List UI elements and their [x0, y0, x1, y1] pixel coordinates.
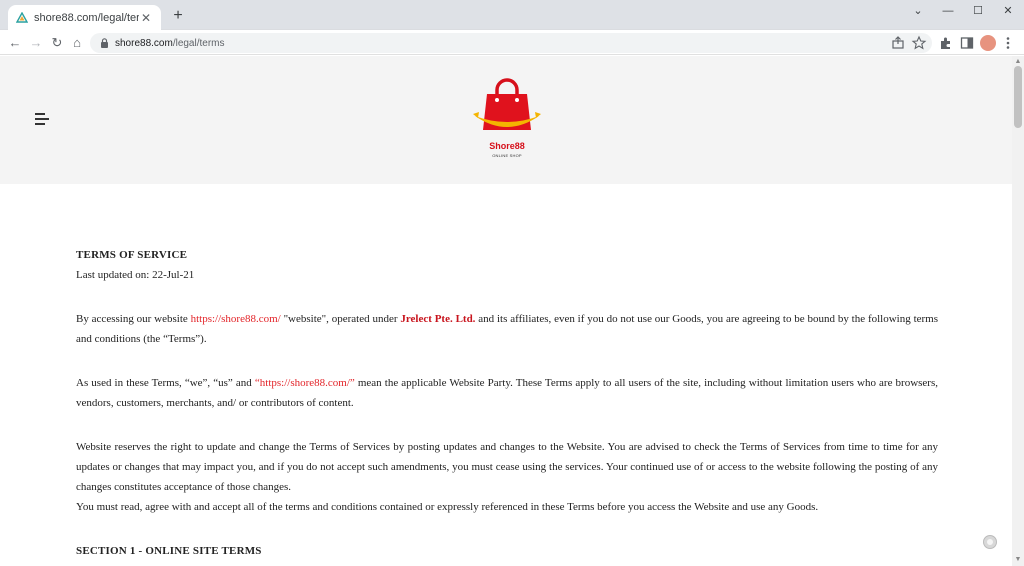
- url-host: shore88.com: [115, 37, 173, 49]
- terms-paragraph-1: By accessing our website https://shore88…: [76, 309, 938, 349]
- page-scrollbar[interactable]: ▲ ▼: [1012, 56, 1024, 566]
- tab-title: shore88.com/legal/terms: [34, 11, 139, 24]
- terms-content: TERMS OF SERVICE Last updated on: 22-Jul…: [76, 245, 938, 561]
- tab-search-dropdown-icon[interactable]: ⌄: [904, 2, 932, 20]
- terms-paragraph-3: Website reserves the right to update and…: [76, 441, 938, 493]
- p1-text-pre: By accessing our website: [76, 313, 191, 325]
- last-updated: Last updated on: 22-Jul-21: [76, 269, 195, 281]
- share-icon[interactable]: [890, 35, 906, 51]
- browser-toolbar: ← → ↻ ⌂ shore88.com/legal/terms: [0, 30, 1024, 55]
- side-panel-icon[interactable]: [958, 34, 976, 52]
- site-favicon-icon: [16, 11, 28, 23]
- tab-close-icon[interactable]: ✕: [139, 11, 153, 25]
- scroll-thumb[interactable]: [1014, 66, 1022, 128]
- maximize-button[interactable]: ☐: [964, 2, 992, 20]
- section-1-heading: SECTION 1 - ONLINE SITE TERMS: [76, 545, 262, 557]
- floating-widget-button[interactable]: [983, 535, 997, 549]
- lock-icon[interactable]: [100, 38, 109, 48]
- hamburger-menu-icon[interactable]: [35, 113, 49, 125]
- logo-tagline: ONLINE SHOP: [492, 153, 522, 158]
- url-text[interactable]: shore88.com/legal/terms: [115, 38, 225, 49]
- home-icon[interactable]: ⌂: [68, 34, 86, 52]
- star-icon[interactable]: [911, 35, 927, 51]
- url-path: /legal/terms: [172, 37, 225, 49]
- terms-paragraph-4: You must read, agree with and accept all…: [76, 501, 819, 513]
- tab-strip: shore88.com/legal/terms ✕ + ⌄ — ☐ ✕: [0, 0, 1024, 30]
- new-tab-button[interactable]: +: [168, 6, 188, 26]
- page-title: TERMS OF SERVICE: [76, 249, 188, 261]
- profile-avatar[interactable]: [980, 35, 996, 51]
- active-tab[interactable]: shore88.com/legal/terms ✕: [8, 5, 161, 30]
- scroll-up-arrow-icon[interactable]: ▲: [1014, 58, 1022, 66]
- p1-text-mid: "website", operated under: [280, 313, 401, 325]
- site-header: Shore88 ONLINE SHOP: [0, 56, 1012, 184]
- shore88-logo[interactable]: Shore88 ONLINE SHOP: [473, 78, 541, 162]
- terms-paragraph-2: As used in these Terms, “we”, “us” and “…: [76, 373, 938, 413]
- website-link-quoted[interactable]: “https://shore88.com/”: [255, 377, 355, 389]
- minimize-button[interactable]: —: [934, 2, 962, 20]
- p2-text-pre: As used in these Terms, “we”, “us” and: [76, 377, 255, 389]
- page-viewport: Shore88 ONLINE SHOP TERMS OF SERVICE Las…: [0, 56, 1012, 566]
- scroll-down-arrow-icon[interactable]: ▼: [1014, 556, 1022, 564]
- company-name: Jrelect Pte. Ltd.: [400, 313, 476, 325]
- close-window-button[interactable]: ✕: [994, 2, 1022, 20]
- address-bar[interactable]: shore88.com/legal/terms: [90, 33, 932, 53]
- logo-wordmark: Shore88: [489, 141, 525, 151]
- forward-arrow-icon[interactable]: →: [27, 34, 45, 52]
- reload-icon[interactable]: ↻: [48, 34, 66, 52]
- website-link[interactable]: https://shore88.com/: [191, 313, 281, 325]
- shopping-bag-icon: [473, 78, 541, 130]
- kebab-menu-icon[interactable]: [999, 34, 1017, 52]
- extensions-icon[interactable]: [937, 34, 955, 52]
- back-arrow-icon[interactable]: ←: [6, 34, 24, 52]
